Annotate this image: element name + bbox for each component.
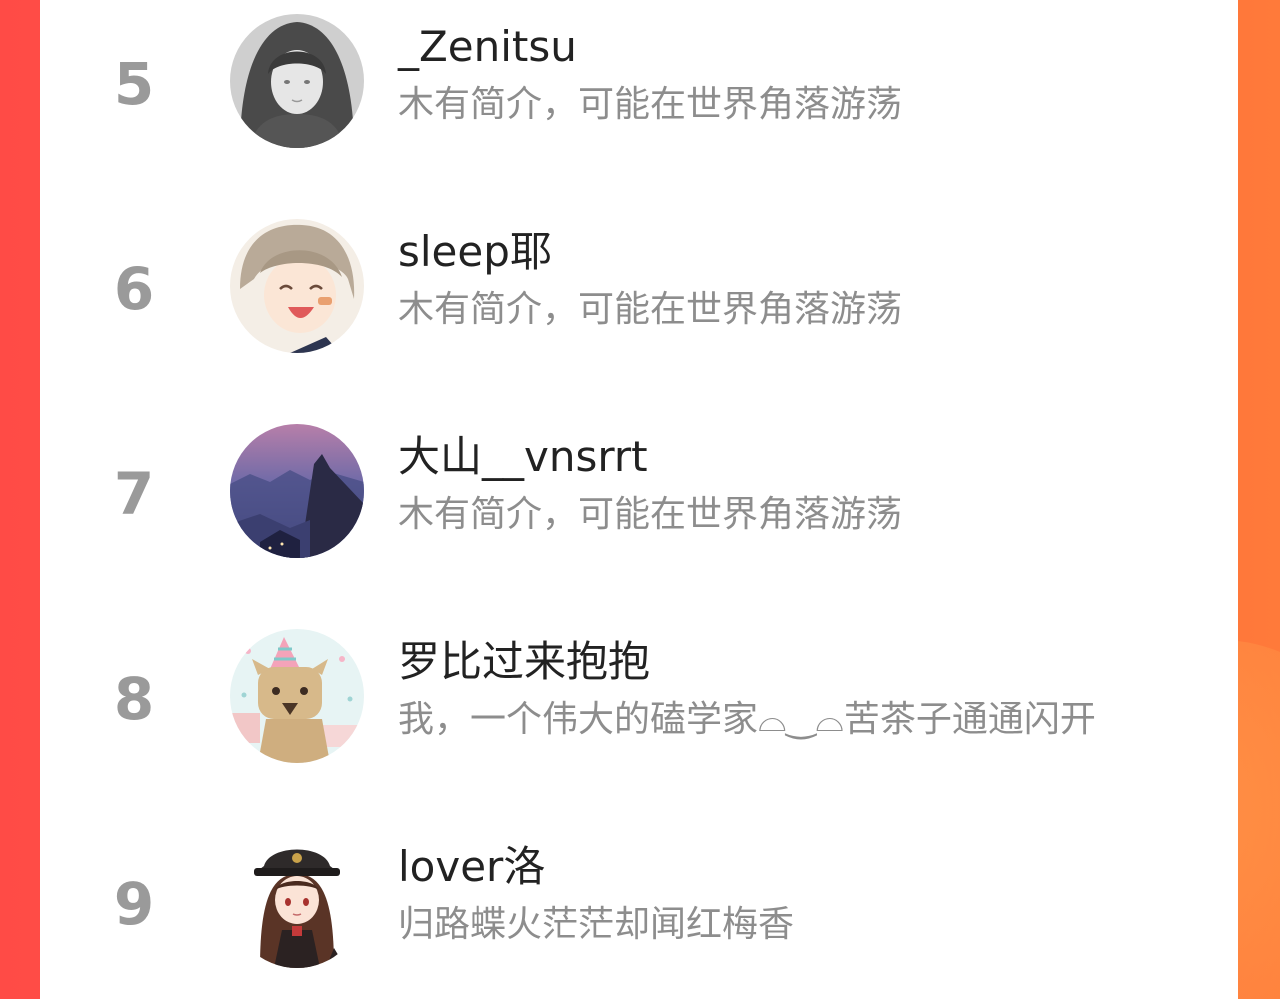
ranking-row[interactable]: 6 sleep耶 木有简介，可能在世界角落游荡: [40, 205, 1238, 410]
ranking-row[interactable]: 5 _Zenitsu 木有简介，可能在世界角落游荡: [40, 0, 1238, 205]
ranking-list-card: 5 _Zenitsu 木有简介，可能在世界角落游荡 6 sleep耶 木有简介，…: [40, 0, 1238, 999]
rank-number: 9: [113, 870, 155, 938]
party-hat-cat-avatar-icon[interactable]: [230, 629, 364, 763]
smiling-anime-boy-avatar-icon[interactable]: [230, 219, 364, 353]
rank-number: 7: [113, 460, 155, 528]
user-name[interactable]: lover洛: [398, 843, 545, 890]
user-description: 木有简介，可能在世界角落游荡: [398, 289, 903, 330]
user-description: 归路蝶火茫茫却闻红梅香: [398, 904, 795, 945]
rank-number: 6: [113, 255, 155, 323]
rank-number: 5: [113, 50, 155, 118]
ranking-row[interactable]: 9 lover洛 归路蝶火茫茫却闻红梅香: [40, 820, 1238, 999]
user-description: 木有简介，可能在世界角落游荡: [398, 494, 903, 535]
ranking-row[interactable]: 8 罗比过来抱抱 我，一个伟大的磕学家⌓‿⌓苦茶子通通闪开: [40, 615, 1238, 820]
mountain-landscape-avatar-icon[interactable]: [230, 424, 364, 558]
user-name[interactable]: 大山__vnsrrt: [398, 433, 648, 480]
user-description: 木有简介，可能在世界角落游荡: [398, 84, 903, 125]
anime-girl-hat-avatar-icon[interactable]: [230, 834, 364, 968]
rank-number: 8: [113, 665, 155, 733]
ranking-row[interactable]: 7 大山__vnsrrt 木有简介，可能在世界角落游荡: [40, 410, 1238, 615]
grayscale-anime-girl-avatar-icon[interactable]: [230, 14, 364, 148]
user-description: 我，一个伟大的磕学家⌓‿⌓苦茶子通通闪开: [398, 699, 1096, 740]
user-name[interactable]: sleep耶: [398, 228, 552, 275]
user-name[interactable]: _Zenitsu: [398, 23, 577, 70]
user-name[interactable]: 罗比过来抱抱: [398, 638, 650, 685]
